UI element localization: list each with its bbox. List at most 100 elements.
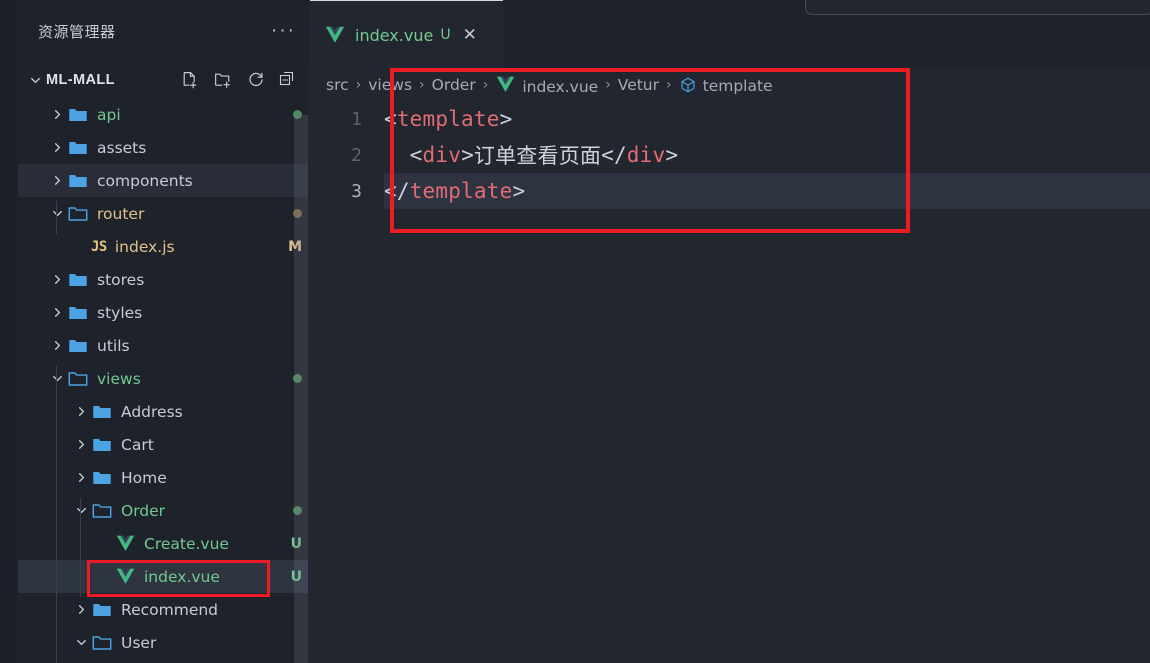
tree-row-views[interactable]: views (18, 362, 308, 395)
chevron-down-icon[interactable] (48, 204, 67, 223)
js-file-icon: JS (91, 238, 107, 255)
ellipsis-icon[interactable]: ··· (271, 21, 296, 40)
tree-row-create-vue[interactable]: Create.vue U (18, 527, 308, 560)
chevron-down-icon[interactable] (72, 501, 91, 520)
chevron-right-icon[interactable] (48, 105, 67, 124)
tree-row-label: utils (97, 336, 130, 355)
tree-indent-guide (56, 201, 57, 234)
breadcrumb-item-label: index.vue (522, 78, 599, 96)
folder-open-icon (91, 632, 113, 654)
tree-row-label: stores (97, 270, 145, 289)
code-token: template (396, 107, 500, 131)
tree-row-assets[interactable]: assets (18, 131, 308, 164)
breadcrumb[interactable]: src › views › Order › index.vue › Vetur › template (308, 69, 1150, 101)
tree-row-styles[interactable]: styles (18, 296, 308, 329)
project-root-header[interactable]: ML-MALL (18, 62, 308, 98)
collapse-all-icon[interactable] (278, 70, 298, 90)
tree-row-recommend[interactable]: Recommend (18, 593, 308, 626)
chevron-right-icon[interactable] (48, 336, 67, 355)
tab-label: index.vue (355, 25, 434, 45)
chevron-right-icon[interactable] (72, 600, 91, 619)
tree-row-utils[interactable]: utils (18, 329, 308, 362)
folder-open-icon (67, 203, 89, 225)
tree-row-label: Recommend (121, 600, 219, 619)
breadcrumb-item-template[interactable]: template (679, 76, 773, 95)
tree-row-label: Address (121, 402, 183, 421)
code-token: </ (601, 143, 627, 167)
chevron-down-icon[interactable] (48, 369, 67, 388)
folder-icon (67, 302, 89, 324)
tree-row-components[interactable]: components (18, 164, 308, 197)
chevron-right-icon[interactable] (48, 270, 67, 289)
folder-icon (67, 170, 89, 192)
code-line-text: </template > (384, 173, 525, 209)
code-line-text: < div > 订单查看页面 </div > (384, 137, 678, 173)
tree-row-label: Create.vue (144, 534, 229, 553)
tree-row-cart[interactable]: Cart (18, 428, 308, 461)
tree-row-label: assets (97, 138, 147, 157)
code-editor[interactable]: 1 < template >2 < div > 订单查看页面 </div >3 </templat… (308, 101, 1150, 663)
editor-tab-bar: index.vue U ✕ (308, 0, 1150, 69)
folder-icon (67, 335, 89, 357)
chevron-right-icon[interactable] (72, 402, 91, 421)
explorer-title: 资源管理器 (38, 22, 116, 41)
folder-icon (91, 599, 113, 621)
chevron-right-icon[interactable] (48, 171, 67, 190)
chevron-right-icon[interactable] (48, 138, 67, 157)
tree-row-label: index.vue (144, 567, 220, 586)
code-line[interactable]: 1 < template > (308, 101, 1150, 137)
tree-row-label: Cart (121, 435, 154, 454)
sidebar-scrollbar[interactable] (294, 115, 308, 663)
code-line[interactable]: 2 < div > 订单查看页面 </div > (308, 137, 1150, 173)
breadcrumb-item-vetur[interactable]: Vetur (618, 76, 659, 94)
breadcrumb-separator: › (419, 77, 425, 93)
breadcrumb-item-order[interactable]: Order (432, 76, 476, 94)
breadcrumb-item-label: Vetur (617, 76, 660, 94)
vue-file-icon (115, 533, 136, 554)
code-line[interactable]: 3 </template > (308, 173, 1150, 209)
vue-file-icon (115, 566, 136, 587)
breadcrumb-item-src[interactable]: src (326, 76, 349, 94)
chevron-right-icon[interactable] (48, 303, 67, 322)
code-token: div (422, 143, 462, 167)
chevron-down-icon[interactable] (72, 633, 91, 652)
chevron-down-icon[interactable] (26, 71, 44, 89)
tree-indent-guide (80, 498, 81, 597)
tree-row-index-vue[interactable]: index.vue U (18, 560, 308, 593)
explorer-sidebar: 资源管理器 ··· ML-MALL api assets components … (18, 0, 308, 663)
tree-row-address[interactable]: Address (18, 395, 308, 428)
breadcrumb-item-label: views (368, 76, 413, 94)
chevron-right-icon[interactable] (72, 468, 91, 487)
breadcrumb-item-index-vue[interactable]: index.vue (495, 74, 598, 96)
breadcrumb-item-label: src (326, 76, 349, 94)
tree-row-api[interactable]: api (18, 98, 308, 131)
code-token: 订单查看页面 (473, 144, 602, 168)
code-token: > (665, 143, 679, 167)
breadcrumb-item-views[interactable]: views (368, 76, 412, 94)
tree-row-user[interactable]: User (18, 626, 308, 659)
explorer-title-bar: 资源管理器 ··· (18, 0, 308, 62)
folder-open-icon (67, 368, 89, 390)
refresh-icon[interactable] (246, 70, 266, 90)
new-file-icon[interactable] (180, 70, 201, 91)
tab-index-vue[interactable]: index.vue U ✕ (310, 0, 503, 69)
vue-file-icon (495, 74, 516, 95)
tree-row-home[interactable]: Home (18, 461, 308, 494)
tree-row-order[interactable]: Order (18, 494, 308, 527)
code-token: > (499, 107, 513, 131)
file-tree[interactable]: api assets components router JS index.js Mstor… (18, 98, 308, 663)
tree-row-index-js[interactable]: JS index.js M (18, 230, 308, 263)
folder-icon (67, 137, 89, 159)
new-folder-icon[interactable] (213, 70, 234, 91)
quick-input-widget[interactable] (805, 0, 1150, 15)
project-name: ML-MALL (46, 72, 115, 88)
tree-row-stores[interactable]: stores (18, 263, 308, 296)
tree-row-router[interactable]: router (18, 197, 308, 230)
breadcrumb-separator: › (355, 77, 362, 93)
tree-row-label: components (97, 171, 193, 190)
tree-row-label: index.js (114, 237, 175, 256)
folder-icon (91, 434, 113, 456)
close-icon[interactable]: ✕ (463, 26, 477, 44)
chevron-right-icon[interactable] (72, 435, 91, 454)
code-token: div (626, 143, 666, 167)
